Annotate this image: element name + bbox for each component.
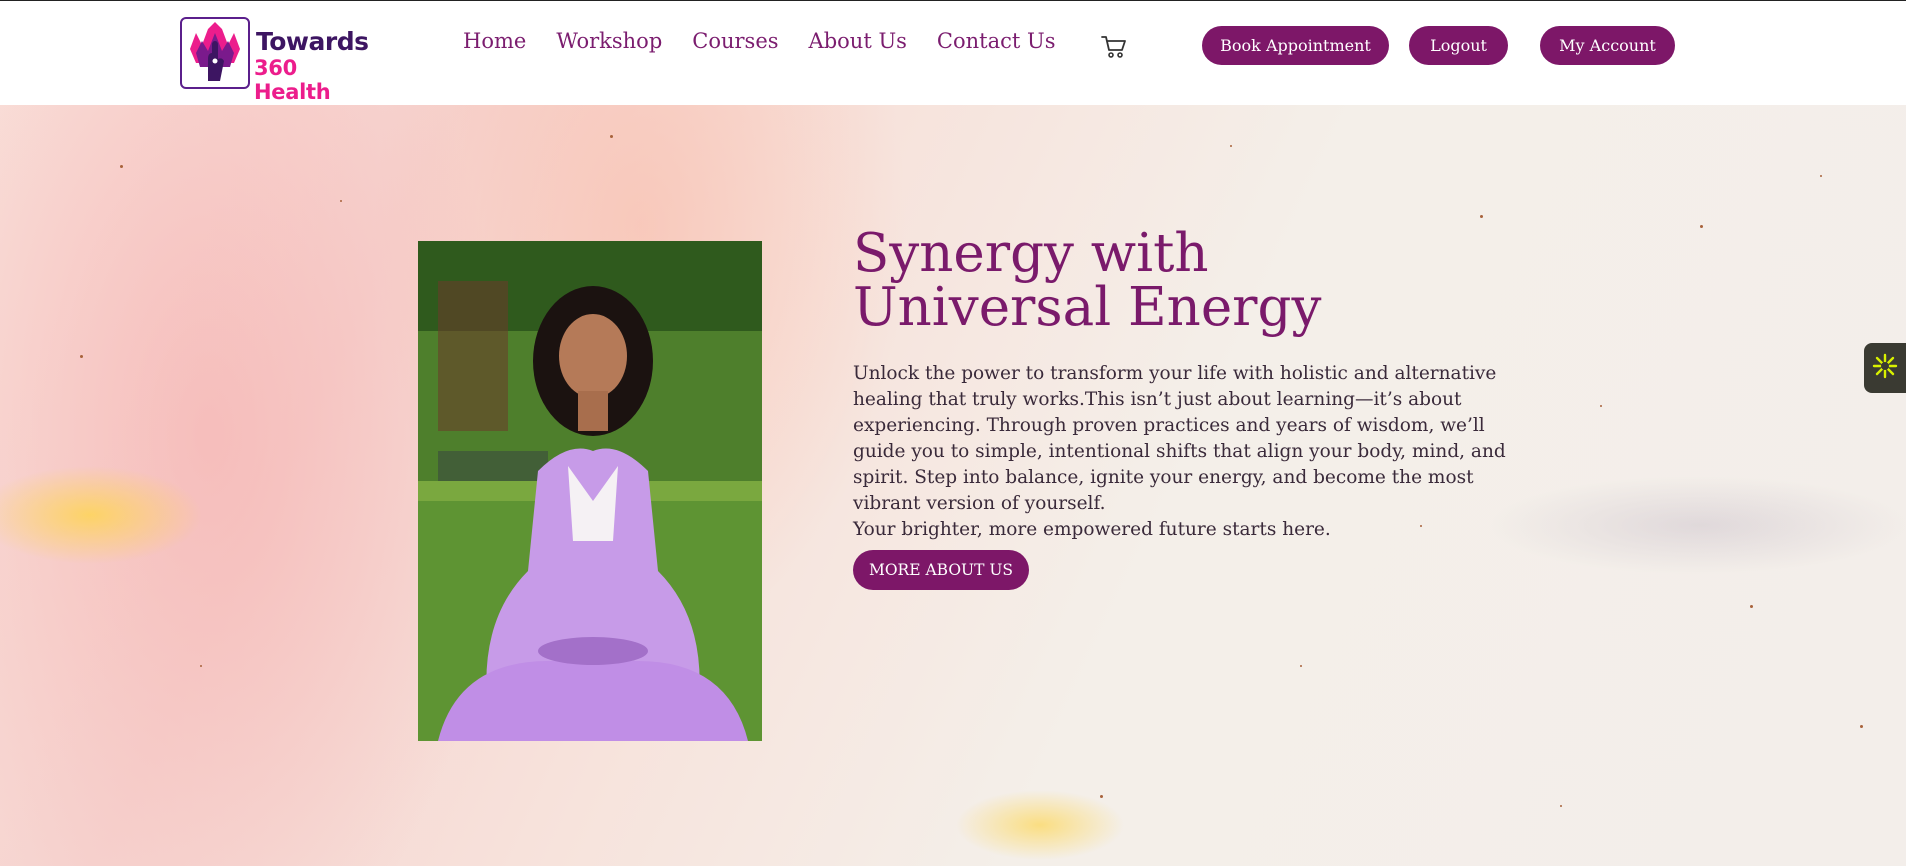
logo-text-towards: Towards — [256, 27, 369, 56]
accessibility-widget[interactable] — [1864, 343, 1906, 393]
logo-icon — [180, 17, 250, 89]
nav-contact-us[interactable]: Contact Us — [937, 29, 1056, 53]
hero-description: Unlock the power to transform your life … — [853, 361, 1543, 543]
nav-home[interactable]: Home — [463, 29, 526, 53]
meditation-photo — [418, 241, 762, 741]
logout-button[interactable]: Logout — [1409, 26, 1508, 65]
hero-tagline: Your brighter, more empowered future sta… — [853, 519, 1331, 540]
nav-courses[interactable]: Courses — [692, 29, 778, 53]
hero-paragraph: Unlock the power to transform your life … — [853, 363, 1506, 514]
nav-workshop[interactable]: Workshop — [556, 29, 662, 53]
hero-title: Synergy with Universal Energy — [853, 223, 1322, 338]
cart-icon[interactable] — [1100, 34, 1128, 60]
book-appointment-button[interactable]: Book Appointment — [1202, 26, 1389, 65]
hero-section: Synergy with Universal Energy Unlock the… — [0, 105, 1906, 866]
more-about-us-button[interactable]: MORE ABOUT US — [853, 550, 1029, 590]
accessibility-icon — [1871, 352, 1899, 384]
main-nav: Home Workshop Courses About Us Contact U… — [463, 29, 1085, 53]
my-account-button[interactable]: My Account — [1540, 26, 1675, 65]
site-header: Towards 360 Health Home Workshop Courses… — [0, 0, 1906, 107]
logo-text-360-health: 360 Health — [254, 56, 375, 107]
nav-about-us[interactable]: About Us — [809, 29, 907, 53]
logo[interactable]: Towards 360 Health — [180, 17, 375, 107]
